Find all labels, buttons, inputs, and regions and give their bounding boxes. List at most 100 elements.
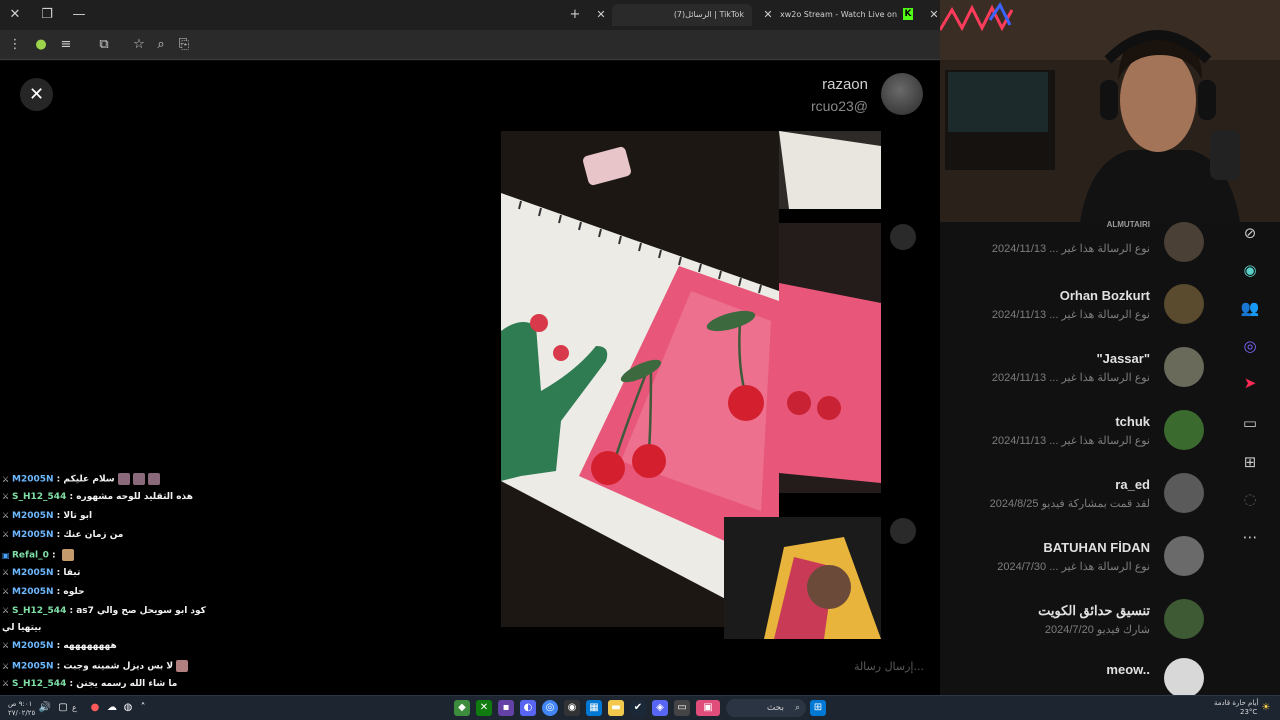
browser-tab-bar: ✕ ❐ — + ✕ (7)الرسائل | TikTok ✕ xw2o Str… (0, 0, 940, 30)
extension-icon[interactable]: ● (32, 36, 50, 54)
tab-tiktok[interactable]: (7)الرسائل | TikTok (612, 4, 752, 26)
app-icon[interactable]: ◆ (454, 700, 470, 716)
app-icon[interactable]: ▣ (696, 700, 720, 716)
conversation-name: ALMUTAIRI (1106, 220, 1150, 229)
weather-text[interactable]: أيام حارة قادمة (1214, 699, 1258, 707)
conversation-item[interactable]: meow.. (940, 658, 1230, 698)
weather-temp[interactable]: 23°C (1240, 708, 1257, 716)
install-app-icon[interactable]: ⎘ (175, 36, 193, 54)
clock-time[interactable]: ٩:٠١ ص (8, 700, 32, 708)
conversation-item[interactable]: "Jassar" نوع الرسالة هذا غير ... 2024/11… (940, 347, 1230, 407)
inbox-send-icon[interactable]: ➤ (1239, 372, 1261, 394)
chat-message: ⚔ M2005N : تبقا (2, 568, 81, 578)
twitch-icon[interactable]: ▪ (498, 700, 514, 716)
webcam-image (940, 0, 1280, 222)
chat-message: بيتهيا لي (2, 623, 42, 633)
chrome-icon[interactable]: ◎ (542, 700, 558, 716)
extensions-puzzle-icon[interactable]: ⧉ (95, 36, 113, 54)
following-icon[interactable]: ◉ (1239, 259, 1261, 281)
messages-icon[interactable]: ▭ (1239, 412, 1261, 434)
explore-compass-icon[interactable]: ⊘ (1239, 222, 1261, 244)
chat-badge-icon: ⚔ (2, 641, 10, 650)
conversation-item[interactable]: Orhan Bozkurt نوع الرسالة هذا غير ... 20… (940, 284, 1230, 344)
live-icon[interactable]: ◎ (1239, 335, 1261, 357)
thumbnail-art (779, 131, 881, 209)
kick-logo-icon: K (903, 8, 913, 20)
start-windows-icon[interactable]: ⊞ (810, 700, 826, 716)
chat-message: ⚔ M2005N : لا بس ديزل شمينه وجبت (2, 660, 189, 672)
sender-avatar[interactable] (890, 224, 916, 250)
avatar (1164, 410, 1204, 450)
sender-avatar[interactable] (890, 518, 916, 544)
obs-icon[interactable]: ◉ (564, 700, 580, 716)
tab-kick[interactable]: xw2o Stream - Watch Live on Kick (772, 4, 897, 26)
profile-icon[interactable]: ◌ (1239, 488, 1261, 510)
discord-icon[interactable]: ◐ (520, 700, 536, 716)
profile-name[interactable]: razaon (822, 76, 868, 93)
conversation-item[interactable]: ALMUTAIRI نوع الرسالة هذا غير ... 2024/1… (940, 220, 1230, 282)
chat-badge-icon: ⚔ (2, 661, 10, 671)
thumbnail-image[interactable] (779, 223, 881, 493)
conversation-preview: نوع الرسالة هذا غير ... 2024/11/13 (991, 372, 1150, 384)
menu-kebab-icon[interactable]: ⋮ (6, 36, 24, 54)
conversation-item[interactable]: تنسيق حدائق الكويت شارك فيديو 2024/7/20 (940, 599, 1230, 659)
chat-badge-icon: ⚔ (2, 474, 10, 484)
profile-avatar[interactable] (881, 73, 923, 115)
avatar (1164, 536, 1204, 576)
emote-icon (176, 660, 189, 672)
restore-window-icon[interactable]: ❐ (38, 6, 56, 24)
thumbnail-image[interactable] (724, 517, 881, 639)
tab-label: (7)الرسائل | TikTok (673, 10, 744, 19)
cloud-icon[interactable]: ☁ (104, 700, 120, 716)
taskbar-search[interactable]: بحث ⌕ (726, 699, 806, 717)
mic-icon[interactable]: ● (87, 700, 103, 716)
chat-badge-icon: ⚔ (2, 492, 10, 501)
zoom-icon[interactable]: ⌕ (152, 36, 170, 54)
app-icon[interactable]: ◈ (652, 700, 668, 716)
conversation-item[interactable]: ra_ed لقد قمت بمشاركة فيديو 2024/8/25 (940, 473, 1230, 533)
xbox-icon[interactable]: ✕ (476, 700, 492, 716)
emote-icon (147, 473, 160, 485)
tray-app-icon[interactable]: ◍ (120, 700, 136, 716)
clock-date[interactable]: ٢٧/٠٢/٢٥ (8, 709, 35, 717)
avatar (1164, 347, 1204, 387)
weather-icon[interactable]: ☀ (1258, 700, 1274, 716)
windows-taskbar: ٩:٠١ ص ٢٧/٠٢/٢٥ 🔊 ▢ ع ● ☁ ◍ ˄ ◆ ✕ ▪ ◐ ◎ … (0, 695, 1280, 720)
language-indicator[interactable]: ع (72, 703, 77, 712)
tiktok-sidebar: ⊘ ◉ 👥 ◎ ➤ ▭ ⊞ ◌ ⋯ (1230, 222, 1280, 695)
stream-chat: ⚔ M2005N : سلام عليكم ⚔ S_H12_544 : هذه ال… (0, 470, 300, 695)
message-composer[interactable]: إرسال رسالة... (724, 655, 924, 679)
conversation-name: Orhan Bozkurt (1059, 288, 1150, 303)
conversation-name: tchuk (1115, 414, 1150, 429)
file-explorer-icon[interactable]: ▬ (608, 700, 624, 716)
chat-message: ⚔ S_H12_544 : as7 كود ابو سويحل صح والي (2, 606, 206, 616)
network-icon[interactable]: ▢ (55, 700, 71, 716)
media-icon[interactable]: ≡ (57, 36, 75, 54)
chevron-up-icon[interactable]: ˄ (135, 700, 151, 716)
avatar (1164, 222, 1204, 262)
window-icon[interactable]: ▭ (674, 700, 690, 716)
chat-message: ⚔ M2005N : ابو تالا (2, 511, 93, 521)
upload-plus-icon[interactable]: ⊞ (1239, 451, 1261, 473)
conversation-item[interactable]: tchuk نوع الرسالة هذا غير ... 2024/11/13 (940, 410, 1230, 470)
avatar (1164, 599, 1204, 639)
close-window-icon[interactable]: ✕ (6, 6, 24, 24)
bookmark-star-icon[interactable]: ☆ (130, 36, 148, 54)
messages-list: ALMUTAIRI نوع الرسالة هذا غير ... 2024/1… (940, 220, 1230, 698)
chat-badge-icon: ⚔ (2, 568, 10, 577)
conversation-item[interactable]: BATUHAN FİDAN نوع الرسالة هذا غير ... 20… (940, 536, 1230, 596)
steam-icon[interactable]: ✔ (630, 700, 646, 716)
more-icon[interactable]: ⋯ (1239, 526, 1261, 548)
close-viewer-button[interactable]: ✕ (20, 78, 53, 111)
conversation-name: meow.. (1106, 662, 1150, 677)
thumbnail-art (724, 517, 881, 639)
new-tab-icon[interactable]: + (566, 6, 584, 24)
friends-icon[interactable]: 👥 (1239, 297, 1261, 319)
tab-close-icon[interactable]: ✕ (593, 4, 609, 26)
search-icon: ⌕ (794, 703, 800, 713)
volume-icon[interactable]: 🔊 (37, 700, 53, 716)
calendar-icon[interactable]: ▦ (586, 700, 602, 716)
minimize-window-icon[interactable]: — (70, 6, 88, 24)
chat-message: ⚔ S_H12_544 : هذه التقليد للوحه مشهوره (2, 492, 193, 502)
thumbnail-image[interactable] (779, 131, 881, 209)
